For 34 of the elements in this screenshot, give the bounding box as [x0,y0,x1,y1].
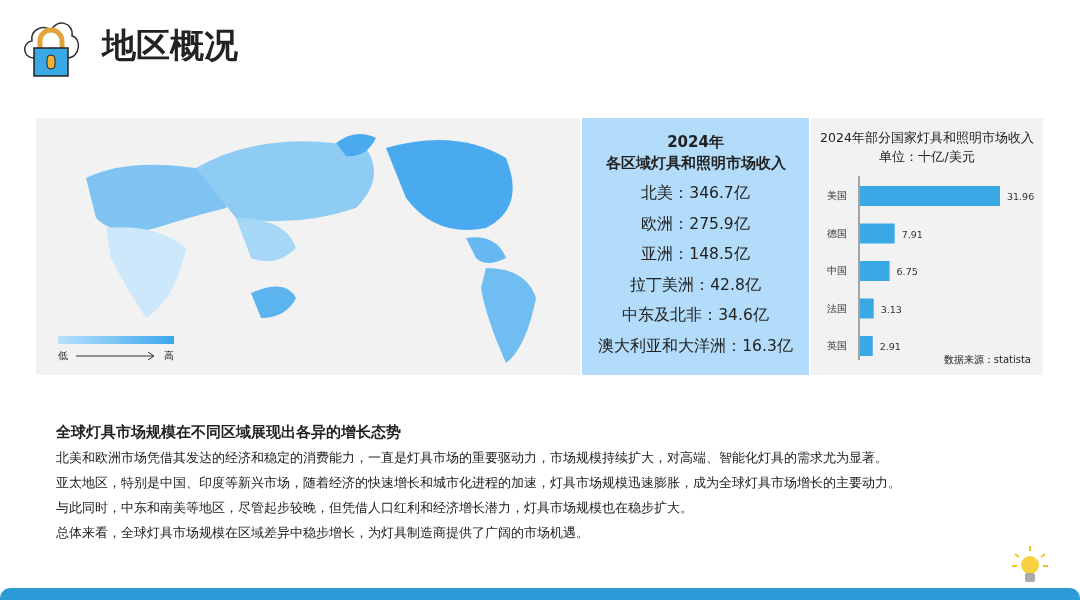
axis-label: 德国 [827,227,847,239]
bar [860,223,895,244]
panel-heading: 各区域灯具和照明市场收入 [605,153,786,174]
data-label: 6.75 [896,266,918,277]
data-label: 7.91 [901,228,923,240]
region-revenue: 亚洲：148.5亿 [641,244,750,265]
paragraph: 亚太地区，特别是中国、印度等新兴市场，随着经济的快速增长和城市化进程的加速，灯具市场规模迅速膨胀，成为全球灯具市场增长的主要动力。 [56,474,902,492]
legend-low-label: 低 [58,349,68,363]
data-label: 31.96 [1007,191,1035,202]
bar [860,298,874,319]
page-title: 地区概况 [102,24,238,67]
data-label: 2.91 [879,341,901,352]
chart-title: 2024年部分国家灯具和照明市场收入 [820,129,1034,147]
source-note: 数据来源：statista [943,353,1031,367]
axis-label: 中国 [827,265,847,276]
axis-label: 英国 [827,340,847,351]
arrow-icon [76,352,156,360]
paragraph: 总体来看，全球灯具市场规模在区域差异中稳步增长，为灯具制造商提供了广阔的市场机遇。 [56,524,590,542]
axis-label: 法国 [827,302,847,314]
bar [860,336,873,356]
panel-heading: 2024年 [667,132,724,153]
region-revenue: 欧洲：275.9亿 [641,213,750,235]
region-revenue: 中东及北非：34.6亿 [622,305,769,326]
chart-unit: 单位：十亿/美元 [879,148,975,166]
legend-high-label: 高 [164,349,174,363]
bar [860,261,890,281]
data-label: 3.13 [880,303,902,315]
region-revenue: 拉丁美洲：42.8亿 [630,274,761,296]
paragraph: 与此同时，中东和南美等地区，尽管起步较晚，但凭借人口红利和经济增长潜力，灯具市场规模也在稳步扩大。 [56,499,694,517]
region-revenue: 澳大利亚和大洋洲：16.3亿 [598,335,793,357]
section-heading: 全球灯具市场规模在不同区域展现出各异的增长态势 [56,423,402,442]
paragraph: 北美和欧洲市场凭借其发达的经济和稳定的消费能力，一直是灯具市场的重要驱动力，市场规模持续扩大，对高端、智能化灯具的需求尤为显著。 [56,449,889,467]
axis-label: 美国 [827,190,847,201]
region-revenue: 北美：346.7亿 [641,183,750,204]
